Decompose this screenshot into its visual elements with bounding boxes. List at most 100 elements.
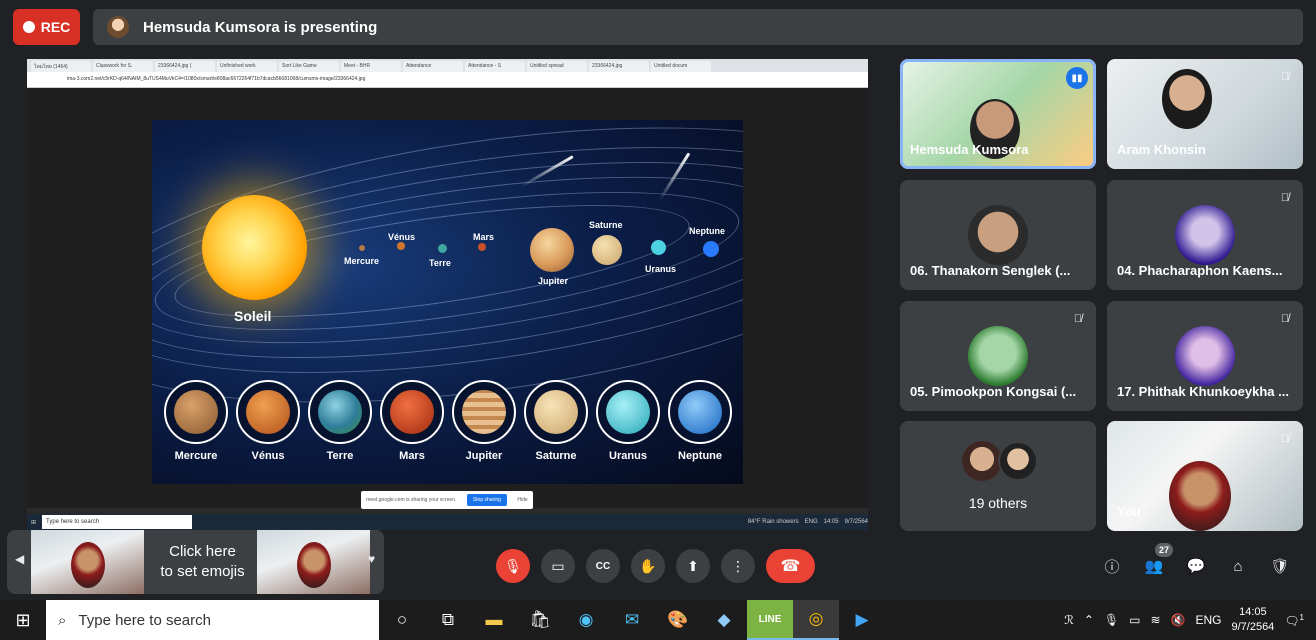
- chrome-icon: ◎: [808, 609, 824, 628]
- orbit-label: Terre: [429, 258, 451, 268]
- raise-hand-button[interactable]: ✋: [631, 549, 665, 583]
- planet-name: Uranus: [609, 450, 647, 462]
- start-button[interactable]: ⊞: [0, 600, 46, 640]
- self-tile[interactable]: 🎙̸ You: [1107, 421, 1303, 531]
- activities-button[interactable]: ⌂: [1227, 555, 1249, 577]
- folder-icon: ▬: [485, 610, 503, 629]
- mic-off-icon: 🎙: [504, 557, 522, 574]
- planet-jupiter: [530, 228, 574, 272]
- hide-button[interactable]: Hide: [517, 497, 527, 503]
- stop-sharing-button[interactable]: Stop sharing: [466, 494, 507, 506]
- orbit-label: Jupiter: [538, 276, 569, 286]
- app-button-2[interactable]: ▶: [839, 600, 885, 640]
- taskbar-clock[interactable]: 14:05 9/7/2564: [1231, 605, 1274, 635]
- file-explorer-button[interactable]: ▬: [471, 600, 517, 640]
- more-options-button[interactable]: ⋮: [721, 549, 755, 583]
- language-indicator[interactable]: ENG: [1195, 613, 1221, 627]
- browser-tab[interactable]: Sort Like Game: [279, 61, 339, 72]
- people-button[interactable]: 👥: [1143, 555, 1165, 577]
- planet-name: Saturne: [535, 450, 577, 462]
- heart-icon[interactable]: ♥: [368, 552, 375, 566]
- participant-tile[interactable]: 🎙̸ Aram Khonsin: [1107, 59, 1303, 169]
- browser-tab[interactable]: 23366424.jpg: [589, 61, 649, 72]
- participant-tile[interactable]: ▮▮ Hemsuda Kumsora: [900, 59, 1096, 169]
- set-emojis-button[interactable]: Click here to set emojis: [150, 530, 255, 594]
- browser-tab[interactable]: Meet - BHR: [341, 61, 401, 72]
- taskbar-search-box[interactable]: ⌕ Type here to search: [46, 600, 379, 640]
- chat-button[interactable]: 💬: [1185, 555, 1207, 577]
- browser-address-bar[interactable]: ima-3.com2.net/c5rKD-q64/NAIM_8uTUS4MuVk…: [27, 72, 868, 88]
- chevron-up-icon[interactable]: ⌃: [1084, 613, 1094, 627]
- camera-icon: ▭: [551, 557, 565, 574]
- notification-icon[interactable]: 🗨1: [1284, 613, 1304, 628]
- present-button[interactable]: ⬆: [676, 549, 710, 583]
- browser-tab[interactable]: Attendance: [403, 61, 463, 72]
- browser-tab[interactable]: Attendance - S: [465, 61, 525, 72]
- camera-toggle-button[interactable]: ▭: [541, 549, 575, 583]
- planet-terre: [438, 244, 447, 253]
- orbit-label: Mercure: [344, 256, 380, 266]
- self-name: You: [1117, 504, 1141, 519]
- mic-toggle-button[interactable]: 🎙: [496, 549, 530, 583]
- store-icon: 🛍: [529, 610, 551, 629]
- people-tray-icon[interactable]: ℛ: [1064, 613, 1074, 627]
- paint-button[interactable]: 🎨: [655, 600, 701, 640]
- arrow-left-icon[interactable]: ◀: [15, 552, 24, 566]
- mic-off-icon: 🎙̸: [1280, 192, 1290, 204]
- emoji-line-2: to set emojis: [160, 563, 245, 580]
- participant-tile[interactable]: 🎙̸ 05. Pimookpon Kongsai (...: [900, 301, 1096, 411]
- participant-avatar: [1175, 326, 1235, 386]
- app-button[interactable]: ◆: [701, 600, 747, 640]
- participant-tile[interactable]: 🎙̸ 04. Phacharaphon Kaens...: [1107, 180, 1303, 290]
- notification-count: 1: [1299, 612, 1304, 622]
- browser-tab[interactable]: Unfinished work: [217, 61, 277, 72]
- presenter-avatar: [107, 16, 129, 38]
- microphone-icon[interactable]: 🎙: [1104, 613, 1119, 627]
- task-view-button[interactable]: ⧉: [425, 600, 471, 640]
- line-icon: LINE: [758, 613, 782, 625]
- cortana-button[interactable]: ○: [379, 600, 425, 640]
- browser-tab[interactable]: Classwork for S.: [93, 61, 153, 72]
- edge-button[interactable]: ◉: [563, 600, 609, 640]
- volume-muted-icon[interactable]: 🔇: [1171, 613, 1186, 627]
- emoji-reaction-panel: ◀ Click here to set emojis ♥: [7, 530, 384, 594]
- planet-circle: [164, 380, 228, 444]
- planet-name: Mercure: [174, 450, 218, 462]
- browser-tab[interactable]: ไหมไทย (1464): [31, 61, 91, 72]
- planet-uranus: [651, 240, 666, 255]
- orbit-label: Saturne: [589, 220, 623, 230]
- mic-off-icon: 🎙̸: [1280, 71, 1290, 83]
- meeting-details-button[interactable]: ⓘ: [1101, 555, 1123, 577]
- system-tray: ℛ ⌃ 🎙 ▭ ≋ 🔇 ENG 14:05 9/7/2564 🗨1: [1064, 600, 1316, 640]
- mail-button[interactable]: ✉: [609, 600, 655, 640]
- planet-name: Mars: [399, 450, 425, 462]
- leave-call-button[interactable]: ☎: [766, 549, 815, 583]
- browser-tab-strip: ไหมไทย (1464) Classwork for S. 23366424.jp…: [27, 59, 868, 72]
- meet-top-bar: REC Hemsuda Kumsora is presenting: [0, 0, 1316, 54]
- host-controls-button[interactable]: 🛡: [1269, 555, 1291, 577]
- mail-icon: ✉: [624, 610, 640, 629]
- app-icon: ◆: [717, 610, 731, 629]
- clock-time: 14:05: [1239, 606, 1267, 618]
- browser-tab[interactable]: Untitled docum: [651, 61, 711, 72]
- store-button[interactable]: 🛍: [517, 600, 563, 640]
- more-vertical-icon: ⋮: [731, 557, 745, 574]
- browser-tab[interactable]: Untitled spread: [527, 61, 587, 72]
- others-count: 19 others: [968, 495, 1028, 511]
- recording-indicator[interactable]: REC: [13, 9, 80, 45]
- browser-tab[interactable]: 23366424.jpg (: [155, 61, 215, 72]
- planet-saturne: [592, 235, 622, 265]
- orbit-label: Uranus: [645, 264, 677, 274]
- planet-venus: [397, 242, 405, 250]
- participant-tile[interactable]: 06. Thanakorn Senglek (...: [900, 180, 1096, 290]
- participant-tile[interactable]: 🎙̸ 17. Phithak Khunkoeykha ...: [1107, 301, 1303, 411]
- line-app-button[interactable]: LINE: [747, 600, 793, 640]
- participant-avatar: [1175, 205, 1235, 265]
- participant-tile[interactable]: 19 others: [900, 421, 1096, 531]
- battery-icon[interactable]: ▭: [1129, 613, 1140, 627]
- captions-button[interactable]: CC: [586, 549, 620, 583]
- wifi-icon[interactable]: ≋: [1150, 613, 1160, 627]
- chrome-button[interactable]: ◎: [793, 600, 839, 640]
- planet-circle: [380, 380, 444, 444]
- planet-circle: [452, 380, 516, 444]
